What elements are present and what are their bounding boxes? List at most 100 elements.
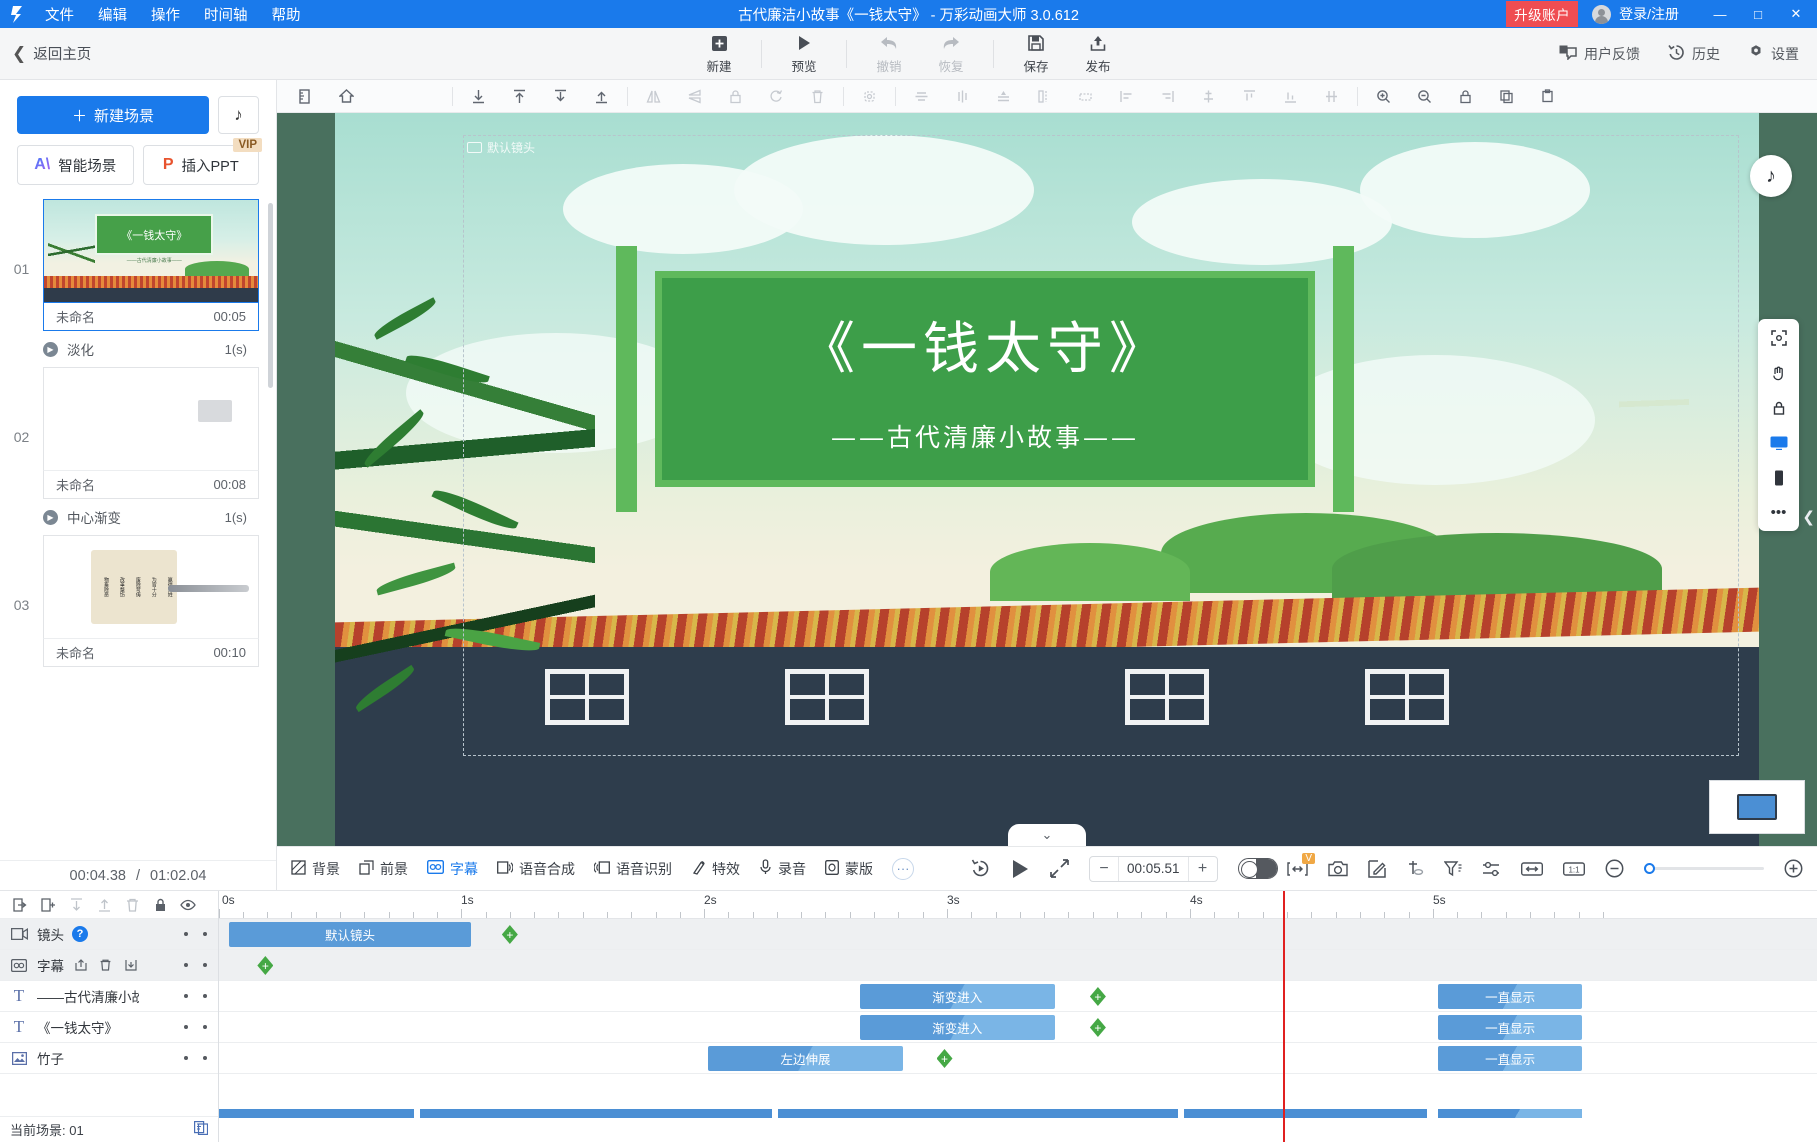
align-middle-icon[interactable] (1188, 80, 1229, 113)
publish-button[interactable]: 发布 (1067, 30, 1129, 78)
track-options[interactable] (184, 1025, 218, 1029)
playhead[interactable] (1283, 891, 1285, 1142)
play-button[interactable] (1011, 859, 1030, 879)
background-button[interactable]: 背景 (291, 859, 340, 879)
summary-segment[interactable] (778, 1109, 1178, 1118)
zoom-in-button[interactable] (1784, 859, 1803, 878)
track-options[interactable] (184, 1056, 218, 1060)
track-header-camera[interactable]: 镜头 ? (0, 919, 218, 950)
scene-item[interactable]: 02 未命名 00:08 ▶ 中心渐变 1(s) (0, 367, 276, 535)
menu-file[interactable]: 文件 (44, 2, 75, 27)
align-bottom-icon[interactable] (458, 80, 499, 113)
copy-icon[interactable] (1486, 80, 1527, 113)
menu-edit[interactable]: 编辑 (97, 2, 128, 27)
delete-icon[interactable] (97, 959, 114, 971)
pan-icon[interactable] (1765, 361, 1793, 384)
snapshot-button[interactable] (1328, 860, 1348, 877)
fit-width-button[interactable] (1521, 861, 1543, 877)
track-options[interactable] (184, 994, 218, 998)
minimize-button[interactable]: — (1701, 0, 1739, 28)
delete-icon[interactable] (118, 891, 146, 919)
fullscreen-button[interactable] (1050, 859, 1069, 878)
lock-icon[interactable] (1765, 396, 1793, 419)
camera-label[interactable]: 默认镜头 (467, 139, 535, 156)
scene-name[interactable]: 未命名 (56, 475, 95, 494)
align-center-v-icon[interactable] (942, 80, 983, 113)
lock-icon[interactable] (146, 891, 174, 919)
zoom-out-icon[interactable] (1404, 80, 1445, 113)
scene-list-scrollbar[interactable] (268, 199, 273, 860)
export-icon[interactable] (72, 959, 89, 971)
zoom-in-icon[interactable] (1363, 80, 1404, 113)
scene-name[interactable]: 未命名 (56, 643, 95, 662)
rotate-icon[interactable] (756, 80, 797, 113)
fit-icon[interactable] (1065, 80, 1106, 113)
scene-list[interactable]: 01 《一钱太守》 ——古代清廉小故事—— 未命名 00:05 ▶ 淡化 1(s… (0, 199, 276, 860)
keyframe-marker[interactable] (937, 1049, 953, 1068)
timeline-summary-bar[interactable] (219, 1109, 1817, 1118)
scene-item[interactable]: 01 《一钱太守》 ——古代清廉小故事—— 未命名 00:05 ▶ 淡化 1(s… (0, 199, 276, 367)
zoom-slider[interactable] (1644, 863, 1764, 874)
time-increase-button[interactable]: + (1189, 860, 1217, 878)
align-top-icon[interactable] (499, 80, 540, 113)
align-top2-icon[interactable] (1229, 80, 1270, 113)
time-decrease-button[interactable]: − (1090, 860, 1118, 878)
track-row-text-subtitle[interactable]: 渐变进入 一直显示 (219, 981, 1817, 1012)
track-row-camera[interactable]: 默认镜头 (219, 919, 1817, 950)
stage-canvas[interactable]: 《一钱太守》 ——古代清廉小故事—— 默认镜头 (335, 113, 1759, 846)
selection-bounds[interactable] (463, 135, 1739, 756)
delete-icon[interactable] (797, 80, 838, 113)
send-backward-icon[interactable] (540, 80, 581, 113)
edit-button[interactable] (1368, 859, 1386, 878)
timeline-clip[interactable]: 渐变进入 (859, 984, 1055, 1009)
ruler-icon[interactable] (285, 80, 326, 113)
tts-button[interactable]: 语音合成 (497, 859, 575, 879)
undo-button[interactable]: 撤销 (858, 30, 920, 78)
timeline-tracks[interactable]: 0s 1s 2s 3s 4s 5s 默认镜头 + + 渐变进入 + 一直显示 渐… (219, 891, 1817, 1142)
more-dots-icon[interactable]: ··· (892, 857, 914, 880)
time-value[interactable]: 00:05.51 (1118, 856, 1189, 881)
scene-item[interactable]: 03 物畜除恶 改革整饬 废除苛俦 为官十分 赢得百姓 (0, 535, 276, 667)
upgrade-account-button[interactable]: 升级账户 (1506, 1, 1579, 27)
zoom-slider-knob[interactable] (1644, 863, 1655, 874)
home-icon[interactable] (326, 80, 367, 113)
keyframe-marker[interactable] (257, 956, 273, 975)
flip-vertical-icon[interactable] (674, 80, 715, 113)
redo-button[interactable]: 恢复 (920, 30, 982, 78)
mobile-icon[interactable] (1765, 466, 1793, 489)
track-options[interactable] (184, 932, 218, 936)
expand-marker-button[interactable]: V (1287, 852, 1315, 877)
lock2-icon[interactable] (1445, 80, 1486, 113)
cut-button[interactable] (1406, 860, 1424, 878)
timeline-clip[interactable]: 默认镜头 (228, 922, 472, 947)
move-down-icon[interactable] (62, 891, 90, 919)
scene-transition[interactable]: ▶ 淡化 1(s) (43, 331, 259, 367)
account-button[interactable]: 登录/注册 (1592, 4, 1679, 24)
import-icon[interactable] (6, 891, 34, 919)
more-icon[interactable]: ••• (1765, 501, 1793, 524)
summary-segment[interactable] (1438, 1109, 1583, 1118)
preview-thumbnail[interactable] (1709, 780, 1805, 834)
distribute-icon[interactable] (983, 80, 1024, 113)
timeline-clip[interactable]: 一直显示 (1438, 984, 1583, 1009)
align-center-h-icon[interactable] (901, 80, 942, 113)
preview-button[interactable]: 预览 (773, 30, 835, 78)
track-row-text-title[interactable]: 渐变进入 一直显示 (219, 1012, 1817, 1043)
timeline-clip[interactable]: 一直显示 (1438, 1046, 1583, 1071)
zoom-out-button[interactable] (1605, 859, 1624, 878)
bring-forward-icon[interactable] (581, 80, 622, 113)
new-folder-icon[interactable] (34, 891, 62, 919)
stt-button[interactable]: 语音识别 (593, 859, 672, 879)
track-row-image-bamboo[interactable]: 左边伸展 一直显示 (219, 1043, 1817, 1074)
scene-thumbnail[interactable]: 物畜除恶 改革整饬 废除苛俦 为官十分 赢得百姓 (43, 535, 259, 638)
distribute-v-icon[interactable] (1311, 80, 1352, 113)
align-left-icon[interactable] (1106, 80, 1147, 113)
summary-segment[interactable] (219, 1109, 414, 1118)
menu-help[interactable]: 帮助 (271, 2, 302, 27)
timeline-clip[interactable]: 左边伸展 (707, 1046, 903, 1071)
maximize-button[interactable]: □ (1739, 0, 1777, 28)
fit-screen-icon[interactable] (1765, 326, 1793, 349)
track-row-caption[interactable] (219, 950, 1817, 981)
mask-button[interactable]: 蒙版 (825, 859, 873, 879)
flip-horizontal-icon[interactable] (633, 80, 674, 113)
